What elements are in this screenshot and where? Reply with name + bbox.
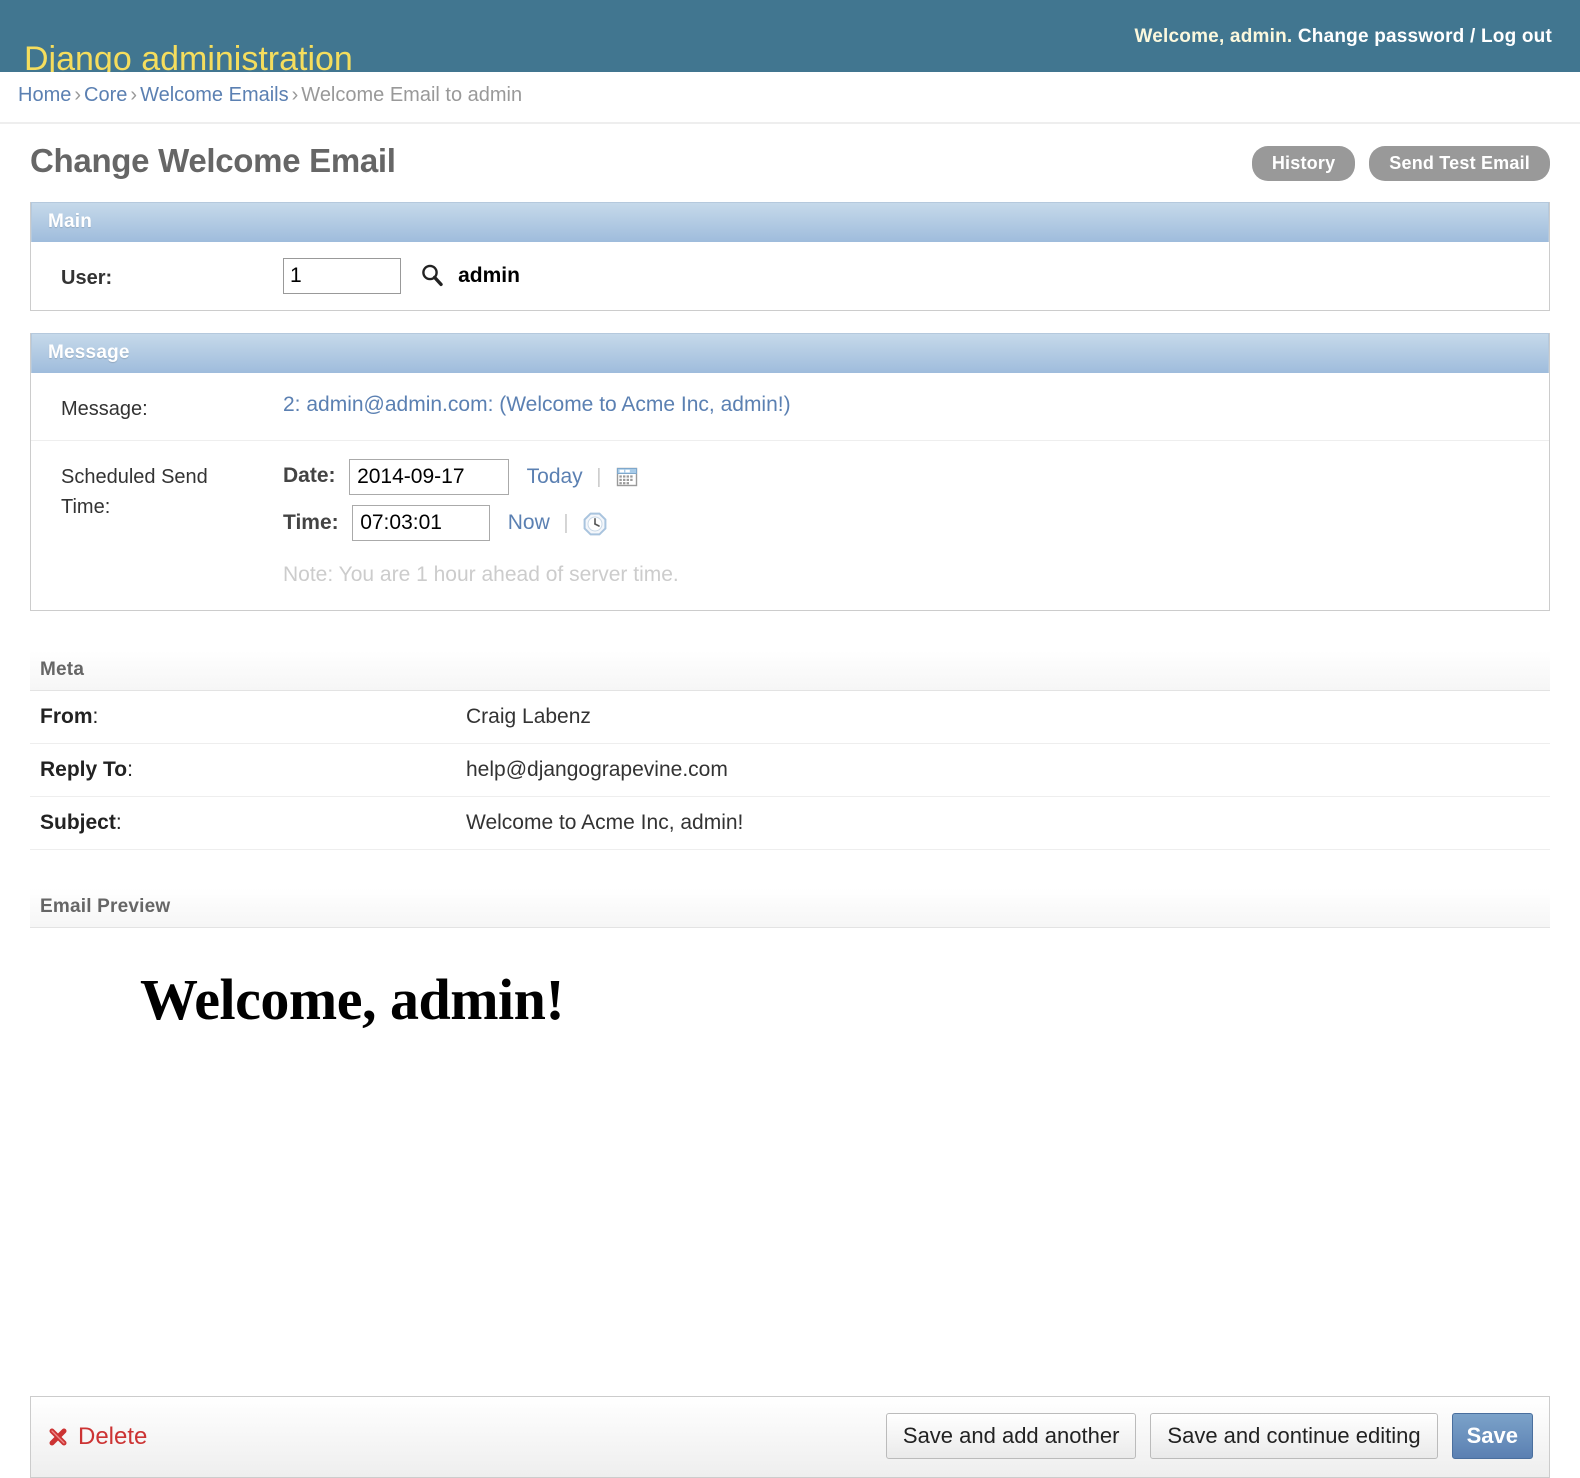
- message-link[interactable]: 2: admin@admin.com: (Welcome to Acme Inc…: [283, 393, 791, 416]
- change-form: Main User: admin Message Mes: [0, 124, 1580, 1266]
- submit-row: Delete: [30, 1396, 1550, 1478]
- save-and-continue-editing-button[interactable]: [1150, 1413, 1438, 1459]
- date-label: Date:: [283, 464, 336, 487]
- meta-section: Meta From: Craig Labenz Reply To: help@d…: [30, 651, 1550, 851]
- table-row: Reply To: help@djangograpevine.com: [30, 743, 1550, 798]
- send-test-email-button[interactable]: Send Test Email: [1369, 146, 1550, 181]
- fieldset-main: Main User: admin: [30, 202, 1550, 311]
- today-link[interactable]: Today: [527, 465, 583, 488]
- form-row-scheduled-send-time: Scheduled Send Time: Date: Today |: [31, 441, 1549, 610]
- time-input[interactable]: [352, 505, 491, 542]
- fieldset-message-legend: Message: [31, 333, 1549, 373]
- content-area: Change Welcome Email History Send Test E…: [0, 124, 1580, 1478]
- fieldset-message: Message Message: 2: admin@admin.com: (We…: [30, 333, 1550, 612]
- clock-icon[interactable]: [582, 512, 608, 536]
- message-field-box: 2: admin@admin.com: (Welcome to Acme Inc…: [283, 389, 1533, 417]
- user-display-name: admin: [458, 264, 520, 287]
- meta-key-colon: :: [127, 758, 133, 782]
- current-username: admin: [1229, 26, 1287, 47]
- calendar-icon[interactable]: [615, 466, 639, 488]
- user-field-box: admin: [283, 258, 1533, 294]
- datetime-field-box: Date: Today |: [283, 457, 1533, 594]
- meta-key-subject: Subject:: [30, 796, 456, 851]
- welcome-suffix: .: [1286, 26, 1293, 47]
- date-input[interactable]: [349, 458, 510, 495]
- meta-key-label: From: [40, 705, 93, 729]
- welcome-text: Welcome,: [1134, 26, 1225, 47]
- breadcrumb: Home › Core › Welcome Emails › Welcome Email t…: [0, 72, 1580, 124]
- branding: Django administration: [24, 16, 353, 72]
- meta-table: From: Craig Labenz Reply To: help@django…: [30, 691, 1550, 851]
- meta-key-label: Subject: [40, 811, 116, 835]
- preview-welcome-heading: Welcome, admin!: [140, 967, 565, 1033]
- object-tool-send-test-email: Send Test Email: [1369, 146, 1550, 181]
- meta-heading: Meta: [30, 651, 1550, 692]
- message-label: Message:: [61, 398, 148, 420]
- email-preview-body: Welcome, admin!: [30, 928, 1550, 1266]
- email-preview-heading: Email Preview: [30, 888, 1550, 929]
- save-button[interactable]: [1451, 1413, 1533, 1459]
- breadcrumb-divider: ›: [291, 84, 299, 106]
- meta-key-label: Reply To: [40, 758, 128, 782]
- fieldset-main-legend: Main: [31, 202, 1549, 242]
- delete-link-box: Delete: [47, 1413, 147, 1452]
- meta-key-reply-to: Reply To:: [30, 743, 456, 798]
- user-label: User:: [61, 267, 113, 289]
- search-icon[interactable]: [419, 262, 445, 288]
- meta-value-subject: Welcome to Acme Inc, admin!: [456, 796, 1550, 851]
- meta-value-from: Craig Labenz: [456, 691, 1550, 745]
- user-input[interactable]: [283, 258, 401, 294]
- now-link[interactable]: Now: [508, 511, 550, 534]
- breadcrumb-divider: ›: [130, 84, 138, 106]
- timezone-warning: Note: You are 1 hour ahead of server tim…: [283, 563, 679, 587]
- meta-value-reply-to: help@djangograpevine.com: [456, 743, 1550, 798]
- change-password-link[interactable]: Change password: [1298, 26, 1465, 47]
- email-preview-section: Email Preview Welcome, admin!: [30, 888, 1550, 1266]
- object-tool-history: History: [1251, 146, 1356, 181]
- breadcrumb-welcome-emails[interactable]: Welcome Emails: [140, 84, 289, 106]
- form-row-user: User: admin: [31, 242, 1549, 310]
- log-out-link[interactable]: Log out: [1481, 26, 1552, 47]
- date-pipe-separator: |: [596, 465, 602, 488]
- scheduled-send-time-label: Scheduled Send Time:: [61, 466, 208, 518]
- site-name: Django administration: [24, 39, 353, 72]
- date-row: Date: Today |: [283, 457, 1533, 496]
- user-tools: Welcome, admin. Change password / Log ou…: [1134, 26, 1552, 48]
- form-row-message: Message: 2: admin@admin.com: (Welcome to…: [31, 373, 1549, 441]
- object-tools: History Send Test Email: [1251, 146, 1550, 181]
- history-button[interactable]: History: [1251, 146, 1356, 181]
- table-row: Subject: Welcome to Acme Inc, admin!: [30, 796, 1550, 851]
- table-row: From: Craig Labenz: [30, 691, 1550, 745]
- breadcrumb-current: Welcome Email to admin: [301, 84, 523, 106]
- user-tools-separator: /: [1469, 26, 1476, 47]
- submit-buttons: [885, 1413, 1533, 1459]
- meta-key-colon: :: [92, 705, 99, 729]
- meta-key-from: From:: [30, 691, 456, 745]
- breadcrumb-divider: ›: [74, 84, 82, 106]
- time-label: Time:: [283, 510, 339, 534]
- delete-x-icon: [47, 1423, 69, 1451]
- save-and-add-another-button[interactable]: [885, 1413, 1137, 1459]
- breadcrumb-home[interactable]: Home: [18, 84, 71, 106]
- delete-button-label: Delete: [78, 1423, 148, 1450]
- breadcrumb-core[interactable]: Core: [84, 84, 127, 106]
- page-title: Change Welcome Email: [30, 142, 396, 179]
- meta-key-colon: :: [115, 811, 122, 835]
- time-row: Time: Now |: [283, 504, 1533, 543]
- time-pipe-separator: |: [563, 512, 569, 535]
- admin-header: Django administration Welcome, admin. Ch…: [0, 0, 1580, 72]
- delete-button[interactable]: Delete: [47, 1423, 147, 1450]
